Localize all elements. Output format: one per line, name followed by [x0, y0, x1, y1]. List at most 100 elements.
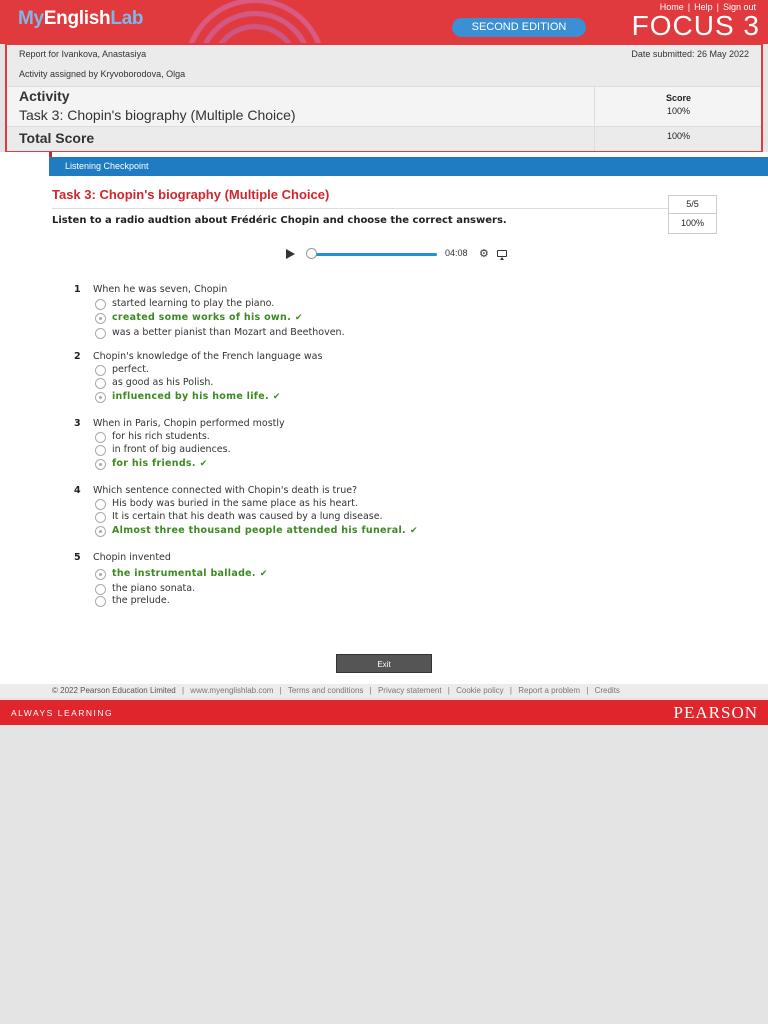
- tagline: ALWAYS LEARNING: [11, 708, 114, 718]
- question-number: 4: [74, 485, 81, 496]
- question-number: 3: [74, 418, 81, 429]
- score-percent: 100%: [680, 218, 705, 228]
- option-text: the prelude.: [112, 595, 170, 606]
- question-text: When in Paris, Chopin performed mostly: [93, 418, 285, 429]
- footer-link-privacy[interactable]: Privacy statement: [378, 686, 442, 695]
- total-score-label: Total Score: [19, 130, 95, 146]
- activity-content: Listening Checkpoint Task 3: Chopin's bi…: [0, 152, 768, 684]
- top-header: MyEnglishLab Home | Help | Sign out SECOND E…: [0, 0, 768, 44]
- footer-link-report[interactable]: Report a problem: [518, 686, 580, 695]
- option-label: for his rich students.: [112, 431, 210, 442]
- report-header: Report for Ivankova, Anastasiya Activity…: [7, 45, 761, 86]
- total-score-row: Total Score 100%: [7, 126, 761, 151]
- course-brand: FOCUS 3: [631, 10, 760, 41]
- option-label: Almost three thousand people attended hi…: [112, 525, 406, 536]
- radio-button[interactable]: [95, 459, 106, 470]
- audio-time: 04:08: [445, 248, 468, 258]
- task-title: Task 3: Chopin's biography (Multiple Cho…: [52, 187, 330, 202]
- radio-button[interactable]: [95, 392, 106, 403]
- question-text: Chopin invented: [93, 552, 171, 563]
- option-text: created some works of his own. ✔: [112, 312, 303, 323]
- audio-scrubber[interactable]: [306, 248, 317, 259]
- radio-button[interactable]: [95, 432, 106, 443]
- option-label: perfect.: [112, 364, 149, 375]
- myenglishlab-logo[interactable]: MyEnglishLab: [18, 8, 144, 30]
- radio-button[interactable]: [95, 365, 106, 376]
- option-text: for his friends. ✔: [112, 458, 208, 469]
- footer: © 2022 Pearson Education Limited | www.m…: [0, 684, 768, 698]
- question-number: 1: [74, 284, 81, 295]
- option-label: the piano sonata.: [112, 583, 196, 594]
- check-icon: ✔: [409, 526, 418, 536]
- option-text: His body was buried in the same place as…: [112, 498, 358, 509]
- radio-button[interactable]: [95, 569, 106, 580]
- radio-button[interactable]: [95, 596, 106, 607]
- radio-button[interactable]: [95, 299, 106, 310]
- report-panel: Report for Ivankova, Anastasiya Activity…: [5, 43, 763, 152]
- pearson-logo: PEARSON: [673, 703, 758, 722]
- question-number: 2: [74, 351, 81, 362]
- option-text: the instrumental ballade. ✔: [112, 568, 268, 579]
- footer-link-cookie[interactable]: Cookie policy: [456, 686, 504, 695]
- check-icon: ✔: [259, 569, 268, 579]
- score-header: Score: [665, 93, 691, 103]
- option-text: as good as his Polish.: [112, 377, 213, 388]
- radio-button[interactable]: [95, 584, 106, 595]
- option-text: Almost three thousand people attended hi…: [112, 525, 418, 536]
- radio-button[interactable]: [95, 445, 106, 456]
- screen-icon[interactable]: [497, 250, 507, 260]
- question-text: Chopin's knowledge of the French languag…: [93, 351, 323, 362]
- check-icon: ✔: [272, 392, 281, 402]
- option-text: perfect.: [112, 364, 149, 375]
- section-bar: Listening Checkpoint: [49, 157, 768, 176]
- option-label: in front of big audiences.: [112, 444, 231, 455]
- option-text: was a better pianist than Mozart and Bee…: [112, 327, 345, 338]
- total-score-value: 100%: [594, 127, 762, 151]
- option-text: influenced by his home life. ✔: [112, 391, 281, 402]
- report-for: Report for Ivankova, Anastasiya: [19, 49, 147, 59]
- header-decoration: [170, 0, 340, 44]
- audio-player: 04:08 ⚙: [286, 248, 516, 262]
- check-icon: ✔: [294, 313, 303, 323]
- radio-button[interactable]: [95, 526, 106, 537]
- option-label: created some works of his own.: [112, 312, 291, 323]
- question-text: Which sentence connected with Chopin's d…: [93, 485, 358, 496]
- footer-link-site[interactable]: www.myenglishlab.com: [190, 686, 273, 695]
- activity-label: Activity: [19, 88, 70, 104]
- footer-link-terms[interactable]: Terms and conditions: [288, 686, 364, 695]
- task-score-box: 5/5 100%: [668, 195, 717, 234]
- option-label: His body was buried in the same place as…: [112, 498, 358, 509]
- option-text: the piano sonata.: [112, 583, 195, 594]
- edition-badge: SECOND EDITION: [452, 18, 586, 37]
- activity-row: Activity Task 3: Chopin's biography (Mul…: [7, 86, 761, 127]
- option-label: influenced by his home life.: [112, 391, 269, 402]
- option-label: for his friends.: [112, 458, 196, 469]
- radio-button[interactable]: [95, 328, 106, 339]
- radio-button[interactable]: [95, 512, 106, 523]
- option-label: started learning to play the piano.: [112, 298, 275, 309]
- footer-link-credits[interactable]: Credits: [595, 686, 620, 695]
- radio-button[interactable]: [95, 313, 106, 324]
- option-text: It is certain that his death was caused …: [112, 511, 383, 522]
- instructions: Listen to a radio audtion about Frédéric…: [52, 215, 507, 226]
- assigned-by: Activity assigned by Kryvoborodova, Olga: [19, 69, 186, 79]
- score-column: Score 100%: [594, 87, 762, 127]
- question-number: 5: [74, 552, 81, 563]
- check-icon: ✔: [199, 459, 208, 469]
- settings-gear-icon[interactable]: ⚙: [479, 248, 489, 260]
- radio-button[interactable]: [95, 499, 106, 510]
- audio-progress-bar[interactable]: [312, 253, 437, 256]
- exit-button[interactable]: Exit: [336, 654, 432, 673]
- play-icon[interactable]: [286, 249, 295, 259]
- score-fraction: 5/5: [669, 196, 716, 214]
- title-divider: [52, 208, 668, 209]
- option-text: started learning to play the piano.: [112, 298, 274, 309]
- option-label: the instrumental ballade.: [112, 568, 256, 579]
- option-label: as good as his Polish.: [112, 377, 214, 388]
- pearson-bar: ALWAYS LEARNING PEARSON: [0, 700, 768, 725]
- radio-button[interactable]: [95, 378, 106, 389]
- activity-name: Task 3: Chopin's biography (Multiple Cho…: [19, 107, 296, 123]
- copyright: © 2022 Pearson Education Limited: [52, 686, 176, 695]
- date-submitted: Date submitted: 26 May 2022: [631, 49, 749, 59]
- option-text: in front of big audiences.: [112, 444, 231, 455]
